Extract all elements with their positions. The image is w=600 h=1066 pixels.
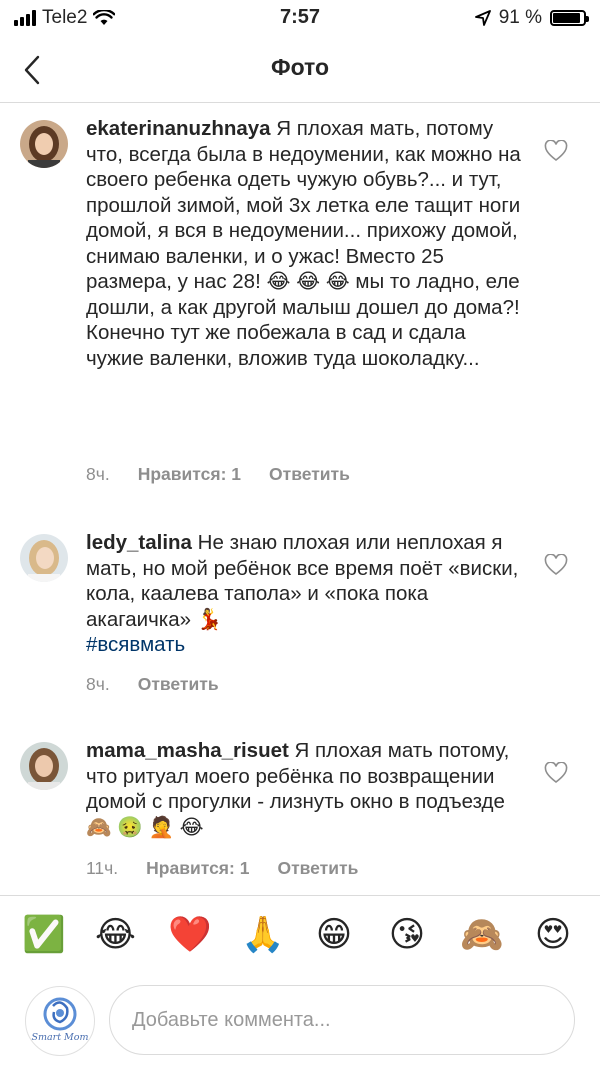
comment-time: 8ч. <box>86 674 110 694</box>
comment-input[interactable] <box>109 985 575 1055</box>
laughing-tears-emoji-button[interactable]: 😂 <box>95 914 136 956</box>
comment-meta: 11ч. Нравится: 1 Ответить <box>86 858 358 879</box>
like-button[interactable] <box>544 553 568 576</box>
avatar[interactable] <box>20 120 68 168</box>
comment-time: 11ч. <box>86 858 119 878</box>
page-title: Фото <box>270 54 330 80</box>
comment-meta: 8ч. Ответить <box>86 674 219 695</box>
comment-username[interactable]: ekaterinanuzhnaya <box>86 117 271 140</box>
heart-eyes-emoji-button[interactable]: 😍 <box>533 914 573 956</box>
emoji-quick-bar: ✅ 😂 ❤️ 🙏 😁 😘 🙈 😍 <box>0 895 600 976</box>
comment-meta: 8ч. Нравится: 1 Ответить <box>86 464 350 485</box>
like-button[interactable] <box>544 139 568 162</box>
heart-icon <box>544 139 568 162</box>
reply-button[interactable]: Ответить <box>269 464 350 485</box>
nav-bar: Фото <box>0 40 600 103</box>
kissing-heart-emoji-button[interactable]: 😘 <box>387 914 427 956</box>
comment-time: 8ч. <box>86 464 110 484</box>
reply-button[interactable]: Ответить <box>138 674 219 695</box>
heart-icon <box>544 761 568 784</box>
like-button[interactable] <box>544 761 568 784</box>
see-no-evil-monkey-emoji-button[interactable]: 🙈 <box>460 914 504 956</box>
user-avatar-image <box>20 742 68 790</box>
battery-level <box>553 13 581 23</box>
status-bar: Tele2 7:57 91 % <box>0 0 600 40</box>
status-right: 91 % <box>474 7 589 29</box>
reply-button[interactable]: Ответить <box>277 858 358 879</box>
comment-username[interactable]: ledy_talina <box>86 531 192 554</box>
battery-icon <box>550 10 589 26</box>
comment-body: ledy_talina Не знаю плохая или неплохая … <box>86 530 522 658</box>
emoji-row: ✅ 😂 ❤️ 🙏 😁 😘 🙈 😍 <box>22 914 573 956</box>
hashtag-link[interactable]: #всявмать <box>86 633 185 656</box>
location-arrow-icon <box>474 10 491 26</box>
user-avatar-image <box>20 534 68 582</box>
comment-likes[interactable]: Нравится: 1 <box>138 464 241 485</box>
user-avatar-image <box>20 120 68 168</box>
comment-likes[interactable]: Нравится: 1 <box>146 858 249 879</box>
praying-hands-emoji-button[interactable]: 🙏 <box>241 914 285 956</box>
avatar[interactable] <box>20 534 68 582</box>
current-user-avatar[interactable]: Smart Mom <box>25 986 95 1056</box>
red-heart-emoji-button[interactable]: ❤️ <box>168 914 212 956</box>
avatar-logo-text: Smart Mom <box>31 1032 89 1043</box>
comment-body: ekaterinanuzhnaya Я плохая мать, потому … <box>86 116 522 371</box>
comment-body: mama_masha_risuet Я плохая мать потому, … <box>86 738 522 840</box>
heart-icon <box>544 553 568 576</box>
check-mark-emoji-button[interactable]: ✅ <box>22 914 66 956</box>
grinning-emoji-button[interactable]: 😁 <box>314 914 354 956</box>
avatar[interactable] <box>20 742 68 790</box>
battery-percent: 91 % <box>498 7 542 28</box>
comment-text: Я плохая мать, потому что, всегда была в… <box>86 117 521 370</box>
comment-username[interactable]: mama_masha_risuet <box>86 739 289 762</box>
smart-mom-logo-icon <box>43 997 77 1031</box>
